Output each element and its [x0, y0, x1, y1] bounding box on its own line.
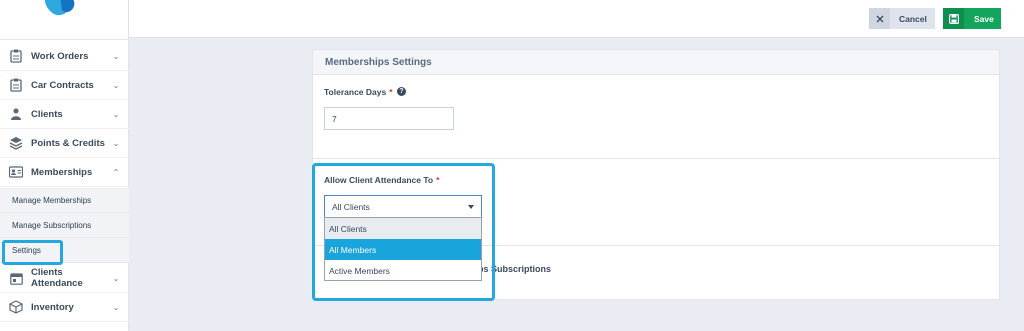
sidebar-item-work-orders[interactable]: Work Orders ⌄	[0, 42, 129, 71]
chevron-down-icon: ⌄	[112, 273, 120, 283]
required-mark: *	[389, 87, 393, 97]
sidebar-subitem-manage-memberships[interactable]: Manage Memberships	[0, 188, 129, 213]
sidebar-item-car-contracts[interactable]: Car Contracts ⌄	[0, 71, 129, 100]
attendance-highlight	[312, 163, 495, 301]
save-label: Save	[974, 13, 994, 24]
calendar-icon	[9, 271, 23, 285]
sidebar-subitem-label: Manage Memberships	[12, 195, 92, 205]
chevron-down-icon: ⌄	[112, 138, 120, 148]
save-icon	[943, 8, 964, 29]
tolerance-days-label: Tolerance Days *	[324, 87, 393, 97]
divider	[313, 158, 1000, 159]
sidebar-item-label: Memberships	[31, 166, 93, 178]
sidebar-item-clients[interactable]: Clients ⌄	[0, 100, 129, 129]
settings-highlight	[2, 240, 63, 265]
sidebar: Work Orders ⌄ Car Contracts ⌄ Clients ⌄ …	[0, 0, 129, 331]
tolerance-days-text: Tolerance Days	[324, 87, 387, 97]
sidebar-item-clients-attendance[interactable]: Clients Attendance ⌄	[0, 264, 129, 293]
sidebar-item-label: Work Orders	[31, 50, 89, 62]
chevron-down-icon: ⌄	[112, 51, 120, 61]
chevron-up-icon: ⌃	[112, 167, 120, 177]
chevron-down-icon: ⌄	[112, 109, 120, 119]
panel-title: Memberships Settings	[325, 56, 432, 68]
box-icon	[9, 300, 23, 314]
sidebar-item-label: Clients	[31, 108, 63, 120]
close-icon	[869, 8, 890, 29]
cancel-button[interactable]: Cancel	[869, 8, 935, 29]
sidebar-subitem-manage-subscriptions[interactable]: Manage Subscriptions	[0, 213, 129, 238]
save-button[interactable]: Save	[943, 8, 1001, 29]
chevron-down-icon: ⌄	[112, 80, 120, 90]
tolerance-days-input[interactable]	[324, 107, 454, 130]
chevron-down-icon: ⌄	[112, 302, 120, 312]
panel-header: Memberships Settings	[313, 50, 999, 75]
sidebar-item-label: Clients Attendance	[31, 267, 83, 289]
sidebar-item-inventory[interactable]: Inventory ⌄	[0, 293, 129, 322]
layers-icon	[9, 136, 23, 150]
sidebar-item-memberships[interactable]: Memberships ⌃	[0, 158, 129, 187]
id-card-icon	[9, 165, 23, 179]
sidebar-item-label: Points & Credits	[31, 137, 105, 149]
cancel-label: Cancel	[899, 13, 927, 24]
sidebar-item-label: Inventory	[31, 301, 74, 313]
clipboard-icon	[9, 78, 23, 92]
sidebar-subitem-label: Manage Subscriptions	[12, 220, 92, 230]
logo-area	[0, 0, 128, 40]
users-icon	[9, 107, 23, 121]
sidebar-item-points-credits[interactable]: Points & Credits ⌄	[0, 129, 129, 158]
clipboard-icon	[9, 49, 23, 63]
sidebar-item-label: Car Contracts	[31, 79, 94, 91]
help-icon[interactable]: ?	[397, 87, 406, 96]
logo-icon	[44, 0, 75, 16]
